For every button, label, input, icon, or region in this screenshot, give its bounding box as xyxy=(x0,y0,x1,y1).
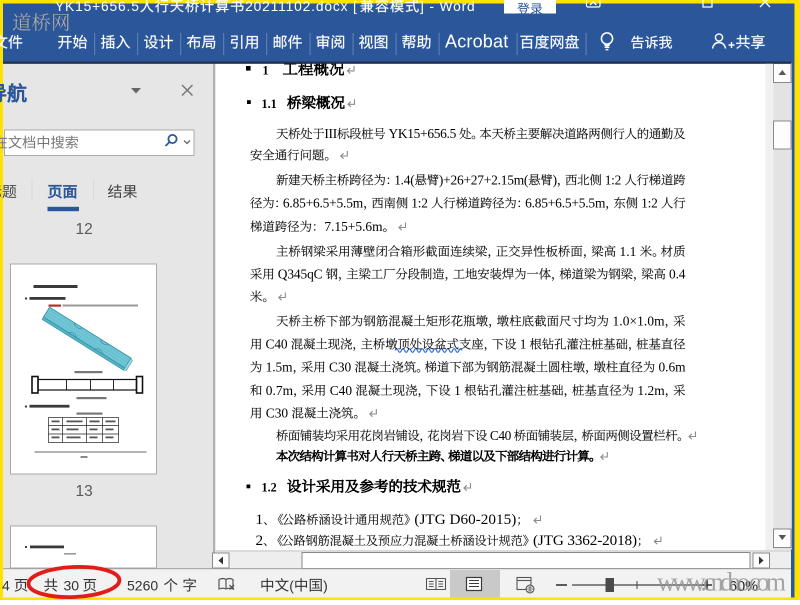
svg-text:1.4(: 1.4( xyxy=(394,172,415,187)
svg-text:13: 13 xyxy=(76,483,93,500)
svg-text:6.85+6.5+5.5m: 6.85+6.5+5.5m xyxy=(525,196,606,211)
svg-text:(JTG 3362-2018): (JTG 3362-2018) xyxy=(533,532,637,549)
svg-text:1:2: 1:2 xyxy=(411,196,428,211)
svg-text:)+26+27+2.15m(: )+26+27+2.15m( xyxy=(439,172,529,187)
svg-text:2: 2 xyxy=(256,532,263,549)
svg-text:20211102.docx [: 20211102.docx [ xyxy=(245,0,358,14)
svg-text:Q345qC: Q345qC xyxy=(278,267,323,282)
svg-text:0.4: 0.4 xyxy=(669,267,686,282)
svg-text:1: 1 xyxy=(263,63,269,77)
svg-text:1.2: 1.2 xyxy=(262,481,277,495)
svg-text:0.6m: 0.6m xyxy=(659,360,687,375)
svg-text:C30: C30 xyxy=(329,360,352,375)
svg-text:III: III xyxy=(324,126,337,141)
svg-text:): ) xyxy=(323,578,328,594)
svg-text:C40: C40 xyxy=(490,428,512,443)
svg-text:C40: C40 xyxy=(266,337,288,352)
svg-text:30: 30 xyxy=(64,578,80,594)
svg-text:): ) xyxy=(553,172,557,187)
svg-text:(JTG D60-2015): (JTG D60-2015) xyxy=(414,511,516,528)
svg-text:6.85+6.5+5.5m: 6.85+6.5+5.5m xyxy=(283,196,364,211)
svg-text:1.0×1.0m: 1.0×1.0m xyxy=(613,314,666,329)
svg-text:0.7m: 0.7m xyxy=(266,383,294,398)
svg-text:C40: C40 xyxy=(330,383,353,398)
svg-text:12: 12 xyxy=(76,221,93,238)
svg-text:5260: 5260 xyxy=(127,578,158,594)
svg-text:4: 4 xyxy=(2,578,10,594)
svg-text:1.5m: 1.5m xyxy=(266,360,294,375)
svg-text:www.cndao.com: www.cndao.com xyxy=(657,568,786,597)
svg-text:1.2m: 1.2m xyxy=(637,383,665,398)
svg-text:7.15+5.6m: 7.15+5.6m xyxy=(324,219,383,234)
svg-text:Acrobat: Acrobat xyxy=(445,32,508,52)
svg-text:YK15+656.5: YK15+656.5 xyxy=(55,0,140,14)
svg-text:1:2: 1:2 xyxy=(641,196,658,211)
svg-text:] - Word: ] - Word xyxy=(420,0,476,14)
svg-text:C30: C30 xyxy=(266,406,289,421)
svg-text:1:2: 1:2 xyxy=(605,172,621,187)
svg-text:1: 1 xyxy=(520,337,527,352)
svg-text:1.1: 1.1 xyxy=(262,97,277,111)
svg-text:1.1: 1.1 xyxy=(620,244,637,259)
svg-text:(: ( xyxy=(289,578,294,594)
svg-text:YK15+656.5: YK15+656.5 xyxy=(389,126,457,141)
svg-text:1: 1 xyxy=(454,383,461,398)
svg-text:1: 1 xyxy=(256,511,264,528)
